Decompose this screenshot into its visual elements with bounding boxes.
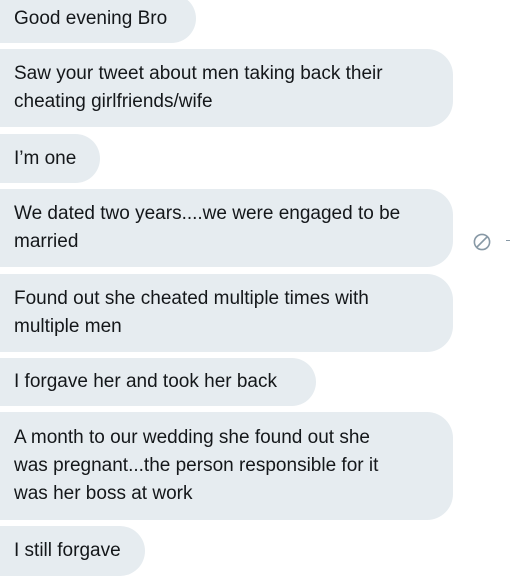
message-text: Saw your tweet about men taking back the… [14,63,383,112]
message-thread: Good evening Bro Saw your tweet about me… [0,0,510,576]
message-text: Found out she cheated multiple times wit… [14,288,369,337]
message-bubble[interactable]: Found out she cheated multiple times wit… [0,274,453,352]
block-icon[interactable] [472,232,492,252]
message-bubble[interactable]: I forgave her and took her back [0,358,316,406]
message-bubble[interactable]: Good evening Bro [0,0,196,43]
message-bubble[interactable]: Saw your tweet about men taking back the… [0,49,453,127]
message-bubble[interactable]: We dated two years....we were engaged to… [0,189,453,267]
message-text: I still forgave [14,540,121,561]
message-text: We dated two years....we were engaged to… [14,203,401,252]
message-bubble[interactable]: I still forgave [0,526,145,576]
message-bubble[interactable]: A month to our wedding she found out she… [0,412,453,520]
message-bubble[interactable]: I’m one [0,134,100,183]
message-text: I forgave her and took her back [14,371,277,392]
message-text: A month to our wedding she found out she… [14,427,379,504]
message-text: Good evening Bro [14,7,168,29]
scroll-edge-mark [506,240,510,241]
message-text: I’m one [14,147,77,169]
